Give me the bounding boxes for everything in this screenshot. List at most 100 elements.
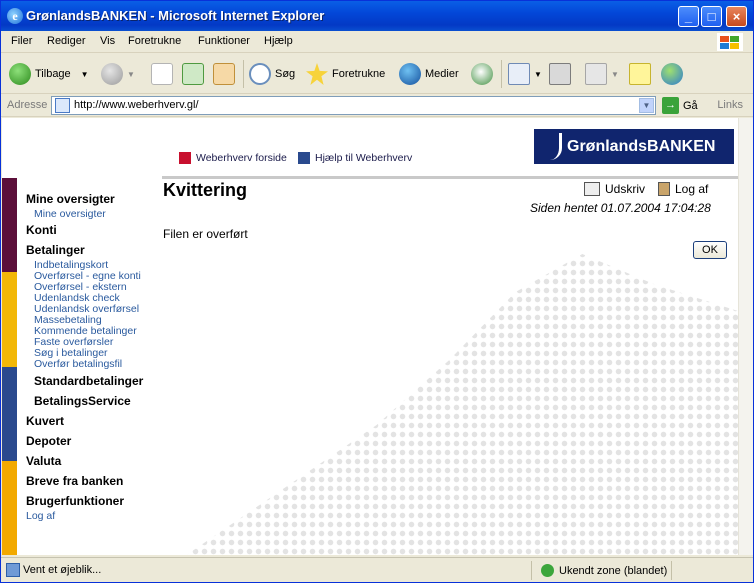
go-label: Gå (683, 99, 698, 112)
browser-window: e GrønlandsBANKEN - Microsoft Internet E… (0, 0, 754, 583)
menu-foretrukne[interactable]: Foretrukne (128, 35, 181, 47)
chevron-down-icon[interactable]: ▼ (534, 70, 542, 79)
search-icon (249, 63, 271, 85)
menu-filer[interactable]: Filer (11, 35, 32, 47)
back-button[interactable]: Tilbage ▼ (9, 60, 89, 88)
chevron-down-icon[interactable]: ▼ (611, 70, 619, 79)
bird-logo-icon (542, 133, 562, 160)
ok-button[interactable]: OK (693, 241, 727, 259)
messenger-icon (661, 63, 683, 85)
menu-funktioner[interactable]: Funktioner (198, 35, 250, 47)
chevron-down-icon[interactable]: ▼ (639, 98, 654, 113)
minimize-button[interactable]: _ (678, 6, 699, 27)
nav-mine-oversigter-sub[interactable]: Mine oversigter (34, 208, 106, 220)
nav-betalinger[interactable]: Betalinger (26, 243, 85, 257)
history-button[interactable] (471, 60, 497, 88)
confirmation-message: Filen er overført (163, 227, 248, 241)
star-icon (306, 63, 328, 85)
address-url[interactable]: http://www.weberhverv.gl/ (74, 99, 199, 111)
door-icon (658, 182, 670, 196)
nav-brugerfunktioner[interactable]: Brugerfunktioner (26, 494, 124, 508)
vertical-scrollbar[interactable] (738, 118, 753, 555)
address-input[interactable]: http://www.weberhverv.gl/ ▼ (51, 96, 656, 115)
toolbar-divider (243, 60, 244, 88)
page-icon (55, 98, 70, 113)
messenger-button[interactable] (661, 60, 687, 88)
blue-square-icon (298, 152, 310, 164)
nav-betalingsservice[interactable]: BetalingsService (34, 394, 131, 408)
refresh-button[interactable] (182, 60, 208, 88)
chevron-down-icon[interactable]: ▼ (127, 70, 135, 79)
close-button[interactable]: × (726, 6, 747, 27)
print-button[interactable] (549, 60, 575, 88)
sidebar-strip (2, 461, 17, 555)
mail-button[interactable]: ▼ (508, 60, 542, 88)
link-hjaelp[interactable]: Hjælp til Weberhverv (298, 152, 412, 164)
chevron-down-icon[interactable]: ▼ (81, 70, 89, 79)
link-weberhverv-forside-label: Weberhverv forside (196, 152, 287, 164)
print-link[interactable]: Udskriv (584, 182, 645, 196)
home-icon (213, 63, 235, 85)
nav-log-af[interactable]: Log af (26, 510, 55, 522)
zone-icon (541, 564, 554, 577)
address-label: Adresse (7, 99, 48, 111)
nav-kuvert[interactable]: Kuvert (26, 414, 64, 428)
toolbar-divider (501, 60, 502, 88)
page-title: Kvittering (163, 180, 248, 200)
maximize-button[interactable]: □ (701, 6, 722, 27)
bank-logo: GrønlandsBANKEN (534, 129, 734, 164)
printer-icon (584, 182, 600, 196)
sidebar-strip (2, 272, 17, 367)
nav-overfor-betalingsfil[interactable]: Overfør betalingsfil (34, 358, 122, 370)
logout-link[interactable]: Log af (658, 182, 708, 196)
status-divider (531, 561, 532, 580)
forward-arrow-icon (101, 63, 123, 85)
windows-logo-icon (717, 33, 743, 51)
go-button[interactable]: → Gå (662, 97, 698, 114)
edit-button[interactable]: ▼ (585, 60, 619, 88)
nav-breve[interactable]: Breve fra banken (26, 474, 123, 488)
page-content: Weberhverv forside Hjælp til Weberhverv … (2, 118, 738, 555)
favorites-button[interactable]: Foretrukne (306, 60, 385, 88)
edit-icon (585, 63, 607, 85)
print-label: Udskriv (605, 182, 646, 196)
nav-valuta[interactable]: Valuta (26, 454, 61, 468)
stop-button[interactable] (151, 60, 177, 88)
favorites-label: Foretrukne (332, 68, 386, 80)
nav-standardbetalinger[interactable]: Standardbetalinger (34, 374, 143, 388)
bird-watermark (182, 254, 738, 555)
link-weberhverv-forside[interactable]: Weberhverv forside (179, 152, 287, 164)
link-hjaelp-label: Hjælp til Weberhverv (315, 152, 413, 164)
security-zone: Ukendt zone (blandet) (541, 564, 667, 577)
note-icon (629, 63, 651, 85)
menu-rediger[interactable]: Rediger (47, 35, 86, 47)
discuss-button[interactable] (629, 60, 655, 88)
nav-mine-oversigter[interactable]: Mine oversigter (26, 192, 115, 206)
nav-konti[interactable]: Konti (26, 223, 57, 237)
menu-hjaelp[interactable]: Hjælp (264, 35, 293, 47)
sidebar-strip (2, 367, 17, 461)
media-icon (399, 63, 421, 85)
title-bar: e GrønlandsBANKEN - Microsoft Internet E… (1, 1, 753, 31)
red-square-icon (179, 152, 191, 164)
nav-depoter[interactable]: Depoter (26, 434, 71, 448)
forward-button[interactable]: ▼ (101, 60, 135, 88)
search-button[interactable]: Søg (249, 60, 295, 88)
page-loading-icon (6, 563, 20, 577)
links-button[interactable]: Links (717, 99, 743, 111)
refresh-icon (182, 63, 204, 85)
stop-icon (151, 63, 173, 85)
go-arrow-icon: → (662, 97, 679, 114)
home-button[interactable] (213, 60, 239, 88)
address-bar: Adresse http://www.weberhverv.gl/ ▼ → Gå… (1, 95, 753, 117)
back-arrow-icon (9, 63, 31, 85)
logout-label: Log af (675, 182, 709, 196)
media-button[interactable]: Medier (399, 60, 459, 88)
media-label: Medier (425, 68, 459, 80)
bank-logo-text: GrønlandsBANKEN (567, 138, 716, 155)
sidebar: Mine oversigter Mine oversigter Konti Be… (2, 178, 162, 555)
menu-bar: Filer Rediger Vis Foretrukne Funktioner … (1, 31, 753, 53)
mail-icon (508, 63, 530, 85)
menu-vis[interactable]: Vis (100, 35, 115, 47)
header-divider (162, 176, 738, 179)
